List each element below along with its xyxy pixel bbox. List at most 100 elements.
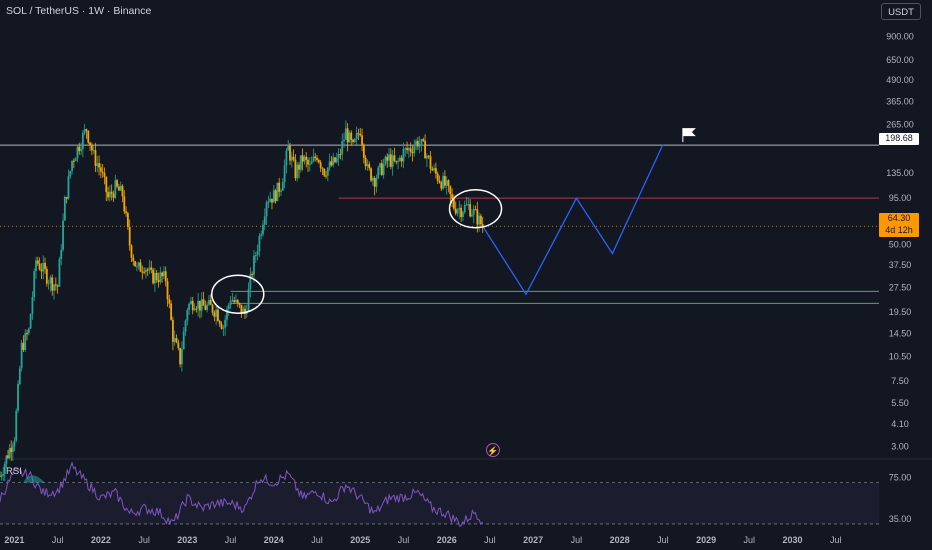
candle-body (330, 161, 333, 166)
candle-body (440, 182, 443, 189)
price-series (0, 120, 484, 482)
candle-body (172, 319, 174, 342)
candle-body (271, 198, 273, 203)
time-axis-label: Jul (311, 535, 323, 545)
candle-body (148, 267, 151, 271)
candle-body (301, 155, 304, 162)
candle-body (62, 220, 64, 250)
candle-body (13, 440, 16, 447)
candle-body (186, 309, 189, 321)
candle-body (454, 208, 457, 214)
candle-body (471, 214, 473, 217)
candle-body (434, 168, 437, 174)
price-axis-label: 5.50 (891, 398, 909, 408)
candle-body (105, 176, 108, 193)
candle-body (195, 308, 198, 310)
candle-body (15, 410, 18, 441)
candle-body (53, 284, 55, 291)
candle-body (409, 148, 412, 152)
time-axis-label: Jul (484, 535, 496, 545)
rsi-pane (0, 461, 879, 527)
candle-body (308, 163, 311, 165)
candle-body (179, 348, 182, 365)
candle-body (415, 141, 417, 147)
candle-body (44, 262, 46, 269)
candle-body (72, 160, 75, 162)
candle-body (233, 300, 236, 302)
candle-body (247, 288, 250, 312)
candle-body (101, 171, 104, 173)
candle-body (444, 176, 446, 186)
time-axis-label: Jul (830, 535, 842, 545)
candle-body (181, 349, 183, 365)
candle-body (388, 154, 390, 161)
candle-body (451, 194, 454, 199)
candle-body (8, 448, 11, 458)
candle-body (357, 133, 360, 135)
time-axis-label: 2030 (783, 535, 803, 545)
candle-body (200, 299, 203, 311)
candle-body (458, 207, 461, 210)
price-axis-label: 265.00 (886, 119, 914, 129)
candle-body (413, 146, 416, 154)
price-axis-label: 4.10 (891, 419, 909, 429)
candle-body (204, 305, 207, 310)
candle-body (262, 224, 264, 235)
candle-body (325, 175, 327, 177)
level-price-tag: 198.68 (879, 133, 919, 145)
chart-canvas[interactable]: 900.00 650.00 490.00 365.00 265.00 135.00 95.0… (0, 0, 932, 550)
candle-body (98, 163, 100, 168)
candle-body (24, 333, 27, 350)
candle-body (460, 207, 463, 217)
candle-body (11, 446, 14, 453)
price-axis-label: 27.50 (889, 282, 912, 292)
candle-body (373, 178, 376, 187)
candle-body (235, 300, 237, 302)
candle-body (99, 167, 102, 172)
candle-body (476, 209, 479, 225)
symbol-title[interactable]: SOL / TetherUS · 1W · Binance (6, 5, 151, 17)
candle-body (424, 140, 426, 159)
currency-button[interactable]: USDT (881, 3, 921, 20)
candle-body (103, 172, 106, 177)
candle-body (337, 154, 340, 159)
candle-body (416, 141, 419, 147)
candle-body (425, 155, 428, 159)
lightning-icon[interactable]: ⚡ (486, 443, 500, 457)
candle-body (260, 234, 263, 237)
candle-body (126, 213, 129, 227)
candle-body (29, 314, 32, 329)
candle-body (335, 158, 338, 163)
candle-body (429, 156, 432, 169)
candle-body (227, 304, 230, 310)
candle-body (177, 342, 180, 349)
candle-body (87, 130, 90, 143)
time-axis-label: 2029 (696, 535, 716, 545)
candle-body (463, 205, 466, 213)
time-axis-label: Jul (398, 535, 410, 545)
candle-body (202, 299, 205, 306)
candle-body (258, 236, 261, 252)
candle-body (161, 272, 164, 277)
candle-body (116, 180, 118, 187)
candle-body (199, 300, 201, 311)
candle-body (380, 163, 383, 175)
candle-body (328, 161, 331, 168)
rsi-indicator-label[interactable]: RSI (6, 466, 22, 477)
rsi-band (0, 482, 879, 524)
candle-body (269, 198, 272, 202)
candle-body (134, 261, 136, 267)
candle-body (42, 262, 45, 272)
candle-body (314, 156, 317, 159)
candle-body (236, 300, 239, 304)
candle-body (453, 198, 455, 209)
candle-body (188, 304, 191, 310)
time-axis-label: Jul (138, 535, 150, 545)
candle-body (447, 180, 450, 186)
candle-body (290, 156, 293, 161)
candle-body (27, 328, 30, 334)
candle-body (17, 384, 19, 411)
target-flag-icon (682, 128, 696, 143)
price-axis-label: 900.00 (886, 31, 914, 41)
candle-body (422, 139, 425, 141)
